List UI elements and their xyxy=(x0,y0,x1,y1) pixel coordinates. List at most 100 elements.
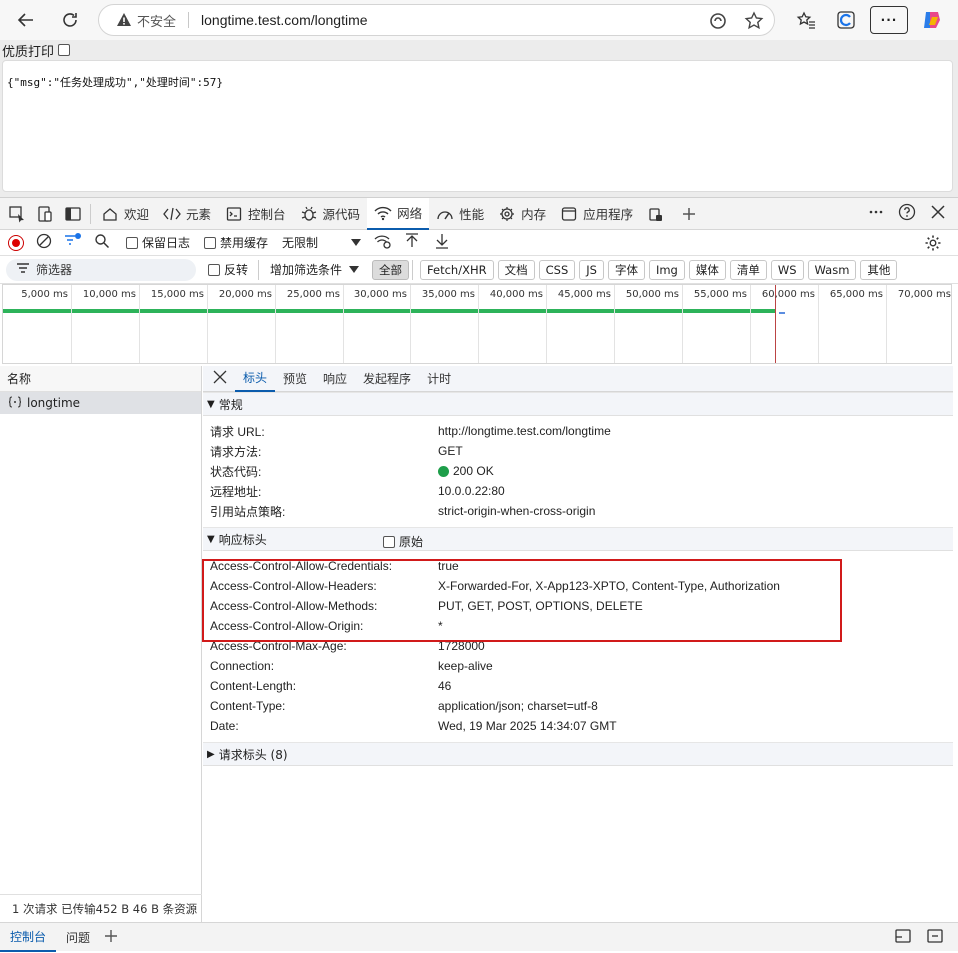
page-frame: {"msg":"任务处理成功","处理时间":57} xyxy=(2,60,953,192)
device-emulation-icon[interactable] xyxy=(36,205,54,223)
clear-icon[interactable] xyxy=(36,233,52,252)
tab-memory[interactable]: 内存 xyxy=(491,198,553,230)
list-item[interactable]: longtime xyxy=(0,392,201,414)
chevron-down-icon[interactable] xyxy=(350,236,362,250)
timeline-tick-label: 10,000 ms xyxy=(82,289,136,300)
filter-chip-doc[interactable]: 文档 xyxy=(497,259,535,280)
print-option[interactable]: 优质打印 xyxy=(2,40,71,60)
tab-response[interactable]: 响应 xyxy=(315,366,355,392)
tab-application[interactable]: 应用程序 xyxy=(553,198,640,230)
name-column-header[interactable]: 名称 xyxy=(0,366,201,392)
drawer-tab-issues[interactable]: 问题 xyxy=(56,923,100,952)
timeline-tick-label: 20,000 ms xyxy=(218,289,272,300)
timeline-tick-label: 15,000 ms xyxy=(150,289,204,300)
disable-cache-checkbox[interactable] xyxy=(204,236,217,249)
filter-chip-img[interactable]: Img xyxy=(648,259,685,280)
more-options-icon[interactable] xyxy=(868,204,884,223)
dock-drawer-icon[interactable] xyxy=(894,928,912,947)
filter-chip-js[interactable]: JS xyxy=(579,259,604,280)
help-icon[interactable] xyxy=(898,203,916,224)
drawer-tab-console[interactable]: 控制台 xyxy=(0,923,57,952)
tab-sources[interactable]: 源代码 xyxy=(293,198,368,230)
insecure-label[interactable]: 不安全 xyxy=(137,11,176,30)
invert-checkbox[interactable] xyxy=(208,263,220,276)
copilot-button[interactable] xyxy=(916,4,948,36)
network-settings-gear-icon[interactable] xyxy=(924,234,942,255)
edge-collections-button[interactable] xyxy=(830,4,862,36)
raw-option[interactable]: 原始 xyxy=(383,533,423,550)
filter-chip-manifest[interactable]: 清单 xyxy=(729,259,767,280)
request-list: 名称 longtime 1 次请求 已传输452 B 46 B 条资源 xyxy=(0,366,202,922)
kv-row: Content-Length: 46 xyxy=(203,676,953,696)
kv-key: 远程地址: xyxy=(210,484,262,499)
inspect-element-icon[interactable] xyxy=(8,205,26,223)
invert-option[interactable]: 反转 xyxy=(208,261,248,278)
dock-side-icon[interactable] xyxy=(64,205,82,223)
request-headers-section-header[interactable]: ▶ 请求标头 (8) xyxy=(203,742,953,766)
filter-chip-wasm[interactable]: Wasm xyxy=(807,259,857,280)
more-filters-dropdown[interactable]: 增加筛选条件 xyxy=(270,261,342,278)
bug-icon xyxy=(300,205,318,223)
throttling-select[interactable]: 无限制 xyxy=(282,234,318,251)
filter-chip-other[interactable]: 其他 xyxy=(860,259,898,280)
reload-button[interactable] xyxy=(54,4,86,36)
filter-chip-css[interactable]: CSS xyxy=(538,259,576,280)
add-tab-icon[interactable] xyxy=(680,205,698,223)
tab-timing[interactable]: 计时 xyxy=(419,366,459,392)
clipboard-lock-icon[interactable] xyxy=(646,205,664,223)
network-timeline-overview[interactable]: 5,000 ms 10,000 ms 15,000 ms 20,000 ms 25,00… xyxy=(2,284,952,364)
more-menu-button[interactable]: ··· xyxy=(870,6,908,34)
tab-headers[interactable]: 标头 xyxy=(235,366,276,392)
timeline-tick-label: 40,000 ms xyxy=(489,289,543,300)
response-headers-section: Access-Control-Allow-Credentials: true Ac… xyxy=(203,551,953,742)
triangle-right-icon: ▶ xyxy=(207,748,215,760)
preserve-log-option[interactable]: 保留日志 xyxy=(126,234,190,251)
tab-network[interactable]: 网络 xyxy=(367,197,430,230)
more-filters-chevron-icon[interactable] xyxy=(348,263,360,277)
tab-performance[interactable]: 性能 xyxy=(429,198,491,230)
preserve-log-checkbox[interactable] xyxy=(126,236,138,249)
close-detail-icon[interactable] xyxy=(213,370,227,387)
general-section-header[interactable]: ▼ 常规 xyxy=(203,392,953,416)
raw-checkbox[interactable] xyxy=(383,535,395,548)
tab-label: 网络 xyxy=(397,206,423,221)
collapse-drawer-icon[interactable] xyxy=(926,928,944,947)
tab-elements[interactable]: 元素 xyxy=(156,198,218,230)
favorite-star-icon[interactable] xyxy=(744,11,764,34)
tab-welcome[interactable]: 欢迎 xyxy=(94,198,156,230)
kv-value: X-Forwarded-For, X-App123-XPTO, Content-… xyxy=(438,579,780,593)
search-icon[interactable] xyxy=(94,233,110,252)
response-headers-section-header[interactable]: ▼ 响应标头 原始 xyxy=(203,527,953,551)
filter-chip-font[interactable]: 字体 xyxy=(607,259,645,280)
filter-chip-media[interactable]: 媒体 xyxy=(688,259,726,280)
url-text[interactable]: longtime.test.com/longtime xyxy=(201,12,368,28)
filter-placeholder: 筛选器 xyxy=(36,263,73,277)
filter-chip-all[interactable]: 全部 xyxy=(372,259,410,280)
status-code-text: 200 OK xyxy=(453,464,494,478)
download-har-icon[interactable] xyxy=(434,233,450,252)
kv-key: Access-Control-Max-Age: xyxy=(210,639,347,653)
favorites-button[interactable] xyxy=(790,4,822,36)
kv-key: 请求方法: xyxy=(210,444,262,459)
print-checkbox[interactable] xyxy=(58,44,71,56)
close-devtools-icon[interactable] xyxy=(930,204,946,223)
back-button[interactable] xyxy=(10,4,42,36)
request-name: longtime xyxy=(27,396,81,410)
read-aloud-icon[interactable] xyxy=(708,11,728,34)
tab-initiator[interactable]: 发起程序 xyxy=(355,366,419,392)
disable-cache-option[interactable]: 禁用缓存 xyxy=(204,234,268,251)
print-label: 优质打印 xyxy=(2,44,55,60)
timeline-receive-bar xyxy=(779,312,785,314)
record-icon[interactable] xyxy=(8,234,24,251)
drawer-add-tab-icon[interactable] xyxy=(104,929,118,946)
upload-har-icon[interactable] xyxy=(404,233,420,252)
filter-chip-fetch-xhr[interactable]: Fetch/XHR xyxy=(420,259,494,280)
tab-preview[interactable]: 预览 xyxy=(275,366,315,392)
filter-chip-ws[interactable]: WS xyxy=(770,259,804,280)
address-bar[interactable]: 不安全 longtime.test.com/longtime xyxy=(98,4,775,36)
network-conditions-icon[interactable] xyxy=(374,233,392,252)
filter-funnel-icon[interactable] xyxy=(64,233,82,252)
filter-input[interactable]: 筛选器 xyxy=(6,258,196,281)
tab-console[interactable]: 控制台 xyxy=(218,198,293,230)
kv-row: Access-Control-Allow-Headers: X-Forwarded… xyxy=(203,576,953,596)
